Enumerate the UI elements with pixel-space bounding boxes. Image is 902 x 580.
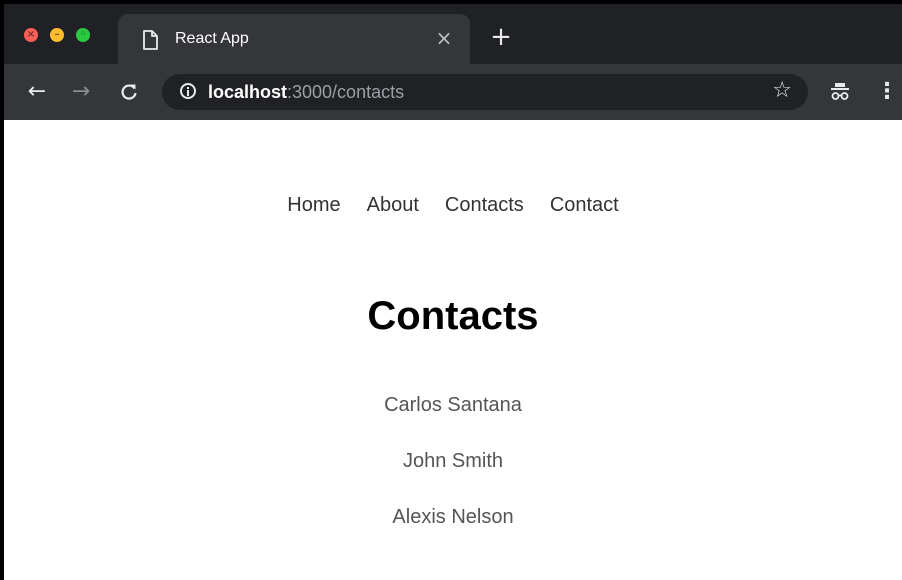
info-icon[interactable] [180, 83, 196, 99]
incognito-icon[interactable] [828, 80, 852, 104]
new-tab-button[interactable]: + [488, 24, 514, 50]
address-bar[interactable]: localhost:3000/contacts ☆ [162, 74, 808, 110]
reload-icon [121, 84, 137, 100]
contact-item: Carlos Santana [384, 394, 522, 416]
minimize-window-button[interactable]: – [50, 28, 64, 42]
page-content: Home About Contacts Contact Contacts Carlos… [4, 120, 902, 580]
close-x-icon: × [26, 29, 36, 40]
back-button[interactable]: ← [22, 77, 52, 107]
nav-link-home[interactable]: Home [287, 194, 340, 217]
document-icon [143, 30, 158, 50]
url-host: localhost [208, 82, 288, 102]
browser-toolbar: ← → localhost:3000/contacts ☆ ⋮ [4, 64, 902, 120]
nav-link-contact[interactable]: Contact [550, 194, 619, 217]
browser-window: × – ◦ React App × + ← → localhost:3000/c… [0, 0, 902, 580]
contact-item: John Smith [402, 450, 504, 472]
contact-item: Alexis Nelson [392, 506, 514, 528]
url-path: :3000/contacts [287, 82, 405, 102]
contact-list: Carlos Santana John Smith Alexis Nelson [4, 394, 902, 562]
maximize-window-button[interactable]: ◦ [76, 28, 90, 42]
tab-react-app[interactable]: React App × [118, 14, 470, 64]
reload-button[interactable] [114, 77, 144, 107]
minimize-icon: – [54, 29, 60, 40]
forward-button[interactable]: → [66, 77, 96, 107]
nav-link-contacts[interactable]: Contacts [445, 194, 524, 217]
menu-icon[interactable]: ⋮ [876, 77, 898, 107]
bookmark-star-icon[interactable]: ☆ [772, 78, 792, 103]
tab-strip: × – ◦ React App × + [4, 4, 902, 64]
nav-link-about[interactable]: About [367, 194, 419, 217]
tab-title: React App [175, 30, 249, 47]
maximize-icon: ◦ [79, 29, 87, 40]
close-window-button[interactable]: × [24, 28, 38, 42]
main-nav: Home About Contacts Contact [4, 194, 902, 217]
url-text[interactable]: localhost:3000/contacts [208, 82, 404, 103]
close-tab-icon[interactable]: × [432, 26, 456, 50]
page-title: Contacts [367, 294, 539, 338]
